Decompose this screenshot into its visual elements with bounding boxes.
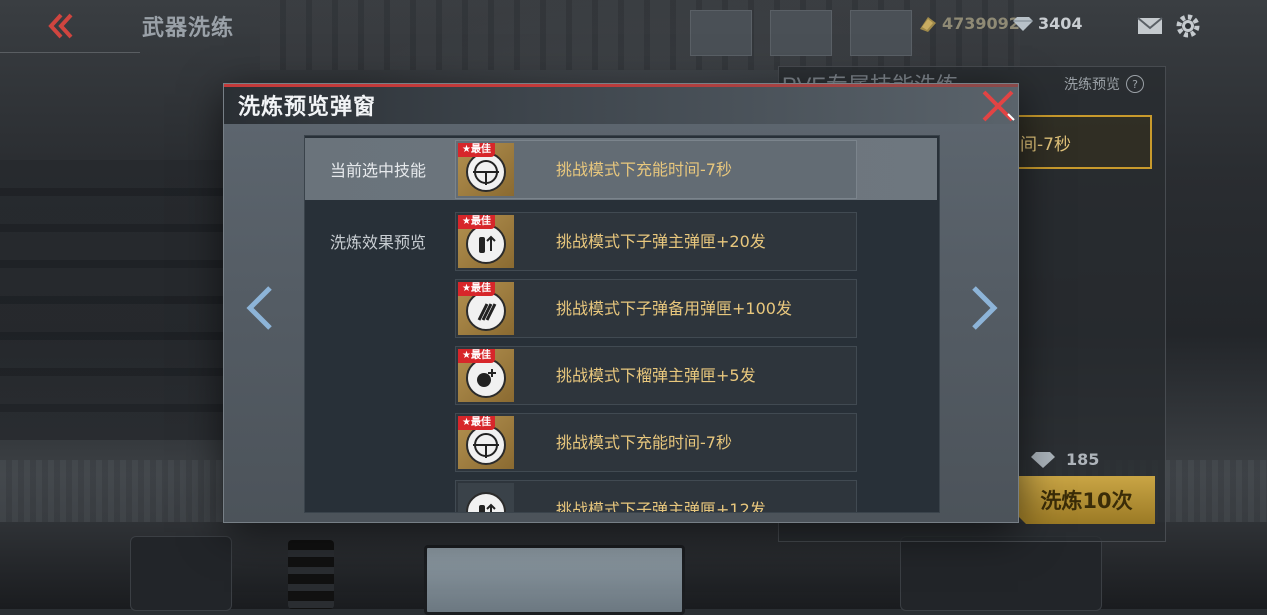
refine-10-button[interactable]: 洗炼10次	[1018, 476, 1155, 524]
current-skill-card[interactable]: ★最佳 挑战模式下充能时间-7秒	[455, 140, 857, 199]
divider	[0, 52, 140, 53]
gold-bar-icon	[920, 16, 936, 32]
background-monitor	[424, 545, 685, 615]
chevron-right-icon[interactable]	[966, 284, 1002, 332]
preview-skill-card[interactable]: ★最佳 挑战模式下子弹备用弹匣+100发	[455, 279, 857, 338]
skill-icon-frame: ★最佳	[458, 215, 514, 268]
mail-icon[interactable]	[1136, 12, 1164, 40]
background-console-panel	[130, 536, 232, 611]
skill-icon-frame: ★最佳	[458, 349, 514, 402]
refine-preview-popup: 洗炼预览弹窗 当前选中技能 洗炼效果预览 ★最佳 挑战模式下充能时间-7秒 ★最…	[224, 84, 1018, 522]
diamond-icon	[1013, 16, 1033, 31]
popup-title: 洗炼预览弹窗	[238, 95, 377, 120]
page-title: 武器洗练	[142, 16, 235, 41]
skill-description: 挑战模式下充能时间-7秒	[556, 433, 732, 452]
skill-icon-frame	[458, 483, 514, 512]
skill-description: 挑战模式下榴弹主弹匣+5发	[556, 366, 756, 385]
back-button[interactable]	[40, 8, 84, 44]
skill-description: 挑战模式下充能时间-7秒	[556, 160, 732, 179]
best-badge: ★最佳	[458, 416, 495, 430]
grenade-plus-icon	[466, 357, 506, 398]
skill-description: 挑战模式下子弹主弹匣+12发	[556, 500, 766, 513]
ammo-up-icon	[466, 491, 506, 512]
best-badge: ★最佳	[458, 349, 495, 363]
preview-skill-card[interactable]: ★最佳 挑战模式下子弹主弹匣+20发	[455, 212, 857, 271]
question-icon: ?	[1126, 75, 1144, 93]
background-console-buttons	[288, 540, 334, 609]
skill-list-panel: 当前选中技能 洗炼效果预览 ★最佳 挑战模式下充能时间-7秒 ★最佳 挑战模式下…	[304, 135, 940, 513]
diamond-icon	[1031, 451, 1055, 468]
skill-icon-frame: ★最佳	[458, 143, 514, 196]
crosshair-icon	[466, 424, 506, 465]
diamond-currency: 3404	[1012, 14, 1083, 33]
skill-icon-frame: ★最佳	[458, 416, 514, 469]
preview-label: 洗炼效果预览	[329, 233, 426, 252]
best-badge: ★最佳	[458, 215, 495, 229]
preview-skill-card[interactable]: ★最佳 挑战模式下榴弹主弹匣+5发	[455, 346, 857, 405]
gear-icon[interactable]	[1174, 12, 1202, 40]
refine-preview-link[interactable]: 洗练预览 ?	[1064, 74, 1144, 94]
background-shelf	[0, 160, 230, 440]
preview-skill-card[interactable]: ★最佳 挑战模式下充能时间-7秒	[455, 413, 857, 472]
skill-icon-frame: ★最佳	[458, 282, 514, 335]
chevron-left-icon[interactable]	[242, 284, 278, 332]
popup-accent-line	[224, 84, 1018, 87]
refine-cost: 185	[1030, 450, 1099, 469]
top-bar: 武器洗练 47390927 3404	[0, 0, 1267, 54]
best-badge: ★最佳	[458, 282, 495, 296]
background-console-panel	[900, 536, 1102, 611]
selected-skill-option[interactable]: 间-7秒	[1000, 115, 1152, 169]
diamond-amount: 3404	[1038, 14, 1083, 33]
ammo-up-icon	[466, 223, 506, 264]
refine-preview-label: 洗练预览	[1064, 77, 1120, 93]
close-icon[interactable]	[978, 86, 1018, 126]
ammo-stack-icon	[466, 290, 506, 331]
crosshair-icon	[466, 151, 506, 192]
skill-description: 挑战模式下子弹主弹匣+20发	[556, 232, 766, 251]
current-skill-label: 当前选中技能	[329, 161, 426, 180]
double-chevron-left-icon	[48, 13, 73, 39]
preview-skill-card[interactable]: 挑战模式下子弹主弹匣+12发	[455, 480, 857, 513]
cost-amount: 185	[1066, 450, 1100, 469]
best-badge: ★最佳	[458, 143, 495, 157]
skill-description: 挑战模式下子弹备用弹匣+100发	[556, 299, 792, 318]
